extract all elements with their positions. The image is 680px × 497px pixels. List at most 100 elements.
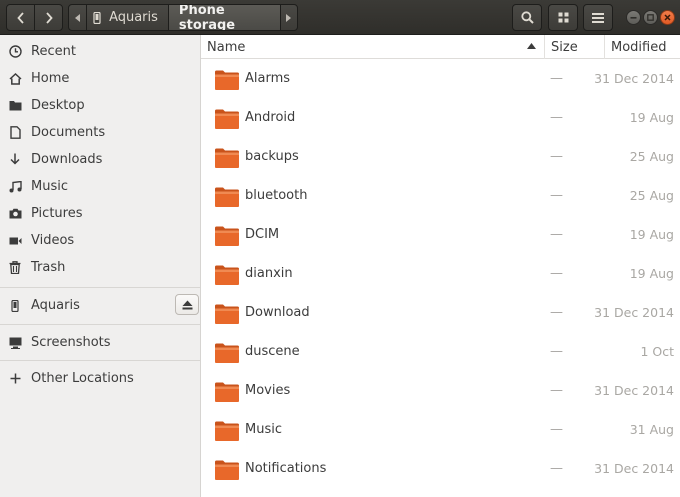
monitor-icon — [8, 336, 22, 350]
folder-icon — [214, 381, 240, 403]
sidebar-item-aquaris[interactable]: Aquaris — [0, 292, 200, 319]
sidebar-item-label: Recent — [31, 44, 76, 59]
file-row[interactable]: Movies — 31 Dec 2014 — [201, 371, 680, 410]
sidebar-item-videos[interactable]: Videos — [0, 227, 200, 254]
path-crumb-device[interactable]: Aquaris — [86, 5, 168, 30]
file-size: — — [550, 110, 563, 125]
path-crumb-device-label: Aquaris — [109, 10, 158, 25]
file-size: — — [550, 305, 563, 320]
close-icon — [664, 14, 671, 21]
file-list-view: Name Size Modified Alarms — 31 Dec 2014 And… — [201, 35, 680, 497]
search-icon — [520, 11, 534, 24]
folder-icon — [214, 459, 240, 481]
file-row[interactable]: bluetooth — 25 Aug — [201, 176, 680, 215]
view-toggle-button[interactable] — [548, 4, 578, 31]
sidebar-item-label: Music — [31, 179, 68, 194]
file-name: Android — [245, 110, 296, 125]
file-row[interactable]: duscene — 1 Oct — [201, 332, 680, 371]
file-modified: 31 Dec 2014 — [594, 383, 674, 398]
path-crumb-current-label: Phone storage — [178, 4, 236, 31]
camera-icon — [8, 207, 22, 221]
file-modified: 25 Aug — [629, 149, 674, 164]
folder-icon — [214, 69, 240, 91]
path-scroll-right-button[interactable] — [279, 5, 297, 30]
folder-icon — [214, 225, 240, 247]
phone-icon — [93, 11, 101, 24]
sidebar-item-label: Pictures — [31, 206, 83, 221]
sidebar-item-home[interactable]: Home — [0, 65, 200, 92]
file-row[interactable]: Android — 19 Aug — [201, 98, 680, 137]
music-icon — [8, 180, 22, 194]
sidebar-item-label: Screenshots — [31, 335, 111, 350]
sidebar-item-screenshots[interactable]: Screenshots — [0, 329, 200, 356]
file-modified: 19 Aug — [629, 227, 674, 242]
file-modified: 1 Oct — [640, 344, 674, 359]
sidebar-item-recent[interactable]: Recent — [0, 38, 200, 65]
folder-icon — [8, 99, 22, 113]
folder-icon — [214, 186, 240, 208]
sidebar-item-label: Aquaris — [31, 298, 80, 313]
column-header-size[interactable]: Size — [544, 35, 604, 59]
file-row[interactable]: backups — 25 Aug — [201, 137, 680, 176]
folder-icon — [214, 147, 240, 169]
sidebar-item-label: Trash — [31, 260, 66, 275]
file-size: — — [550, 149, 563, 164]
sidebar-item-other-locations[interactable]: Other Locations — [0, 365, 200, 392]
file-name: Alarms — [245, 71, 291, 86]
file-name: Download — [245, 305, 310, 320]
close-button[interactable] — [660, 10, 675, 25]
file-name: duscene — [245, 344, 300, 359]
sort-ascending-icon — [527, 43, 536, 49]
file-modified: 31 Dec 2014 — [594, 71, 674, 86]
video-icon — [8, 234, 22, 248]
folder-icon — [214, 264, 240, 286]
column-header-name-label: Name — [207, 39, 246, 55]
file-size: — — [550, 227, 563, 242]
sidebar-separator — [0, 360, 200, 361]
forward-button[interactable] — [34, 5, 62, 30]
file-size: — — [550, 71, 563, 86]
document-icon — [8, 126, 22, 140]
clock-icon — [8, 45, 22, 59]
column-headers: Name Size Modified — [201, 35, 680, 59]
navigation-buttons — [6, 4, 63, 31]
maximize-button[interactable] — [643, 10, 658, 25]
chevron-left-icon — [17, 11, 24, 24]
sidebar-separator — [0, 324, 200, 325]
menu-button[interactable] — [583, 4, 613, 31]
sidebar-item-documents[interactable]: Documents — [0, 119, 200, 146]
file-row[interactable]: DCIM — 19 Aug — [201, 215, 680, 254]
back-button[interactable] — [7, 5, 34, 30]
sidebar-item-trash[interactable]: Trash — [0, 254, 200, 281]
file-row[interactable]: Music — 31 Aug — [201, 410, 680, 449]
search-button[interactable] — [512, 4, 542, 31]
minimize-button[interactable] — [626, 10, 641, 25]
file-modified: 19 Aug — [629, 266, 674, 281]
column-header-name[interactable]: Name — [201, 35, 544, 59]
file-row[interactable]: Notifications — 31 Dec 2014 — [201, 449, 680, 488]
path-crumb-current[interactable]: Phone storage — [167, 4, 280, 31]
sidebar-item-desktop[interactable]: Desktop — [0, 92, 200, 119]
file-name: DCIM — [245, 227, 280, 242]
sidebar-item-downloads[interactable]: Downloads — [0, 146, 200, 173]
header-bar: Aquaris Phone storage — [0, 0, 680, 35]
file-name: backups — [245, 149, 299, 164]
column-header-modified[interactable]: Modified — [604, 35, 680, 59]
file-size: — — [550, 461, 563, 476]
file-modified: 31 Aug — [629, 422, 674, 437]
sidebar: Recent Home Desktop Documents Downloads … — [0, 35, 201, 497]
eject-button[interactable] — [175, 294, 199, 315]
sidebar-item-label: Desktop — [31, 98, 85, 113]
file-row[interactable]: dianxin — 19 Aug — [201, 254, 680, 293]
file-modified: 31 Dec 2014 — [594, 305, 674, 320]
sidebar-item-label: Documents — [31, 125, 106, 140]
eject-icon — [182, 300, 192, 309]
file-row[interactable]: Alarms — 31 Dec 2014 — [201, 59, 680, 98]
path-scroll-left-button[interactable] — [69, 5, 86, 30]
sidebar-item-pictures[interactable]: Pictures — [0, 200, 200, 227]
file-name: Movies — [245, 383, 291, 398]
sidebar-item-label: Downloads — [31, 152, 103, 167]
file-size: — — [550, 266, 563, 281]
file-row[interactable]: Download — 31 Dec 2014 — [201, 293, 680, 332]
sidebar-item-music[interactable]: Music — [0, 173, 200, 200]
